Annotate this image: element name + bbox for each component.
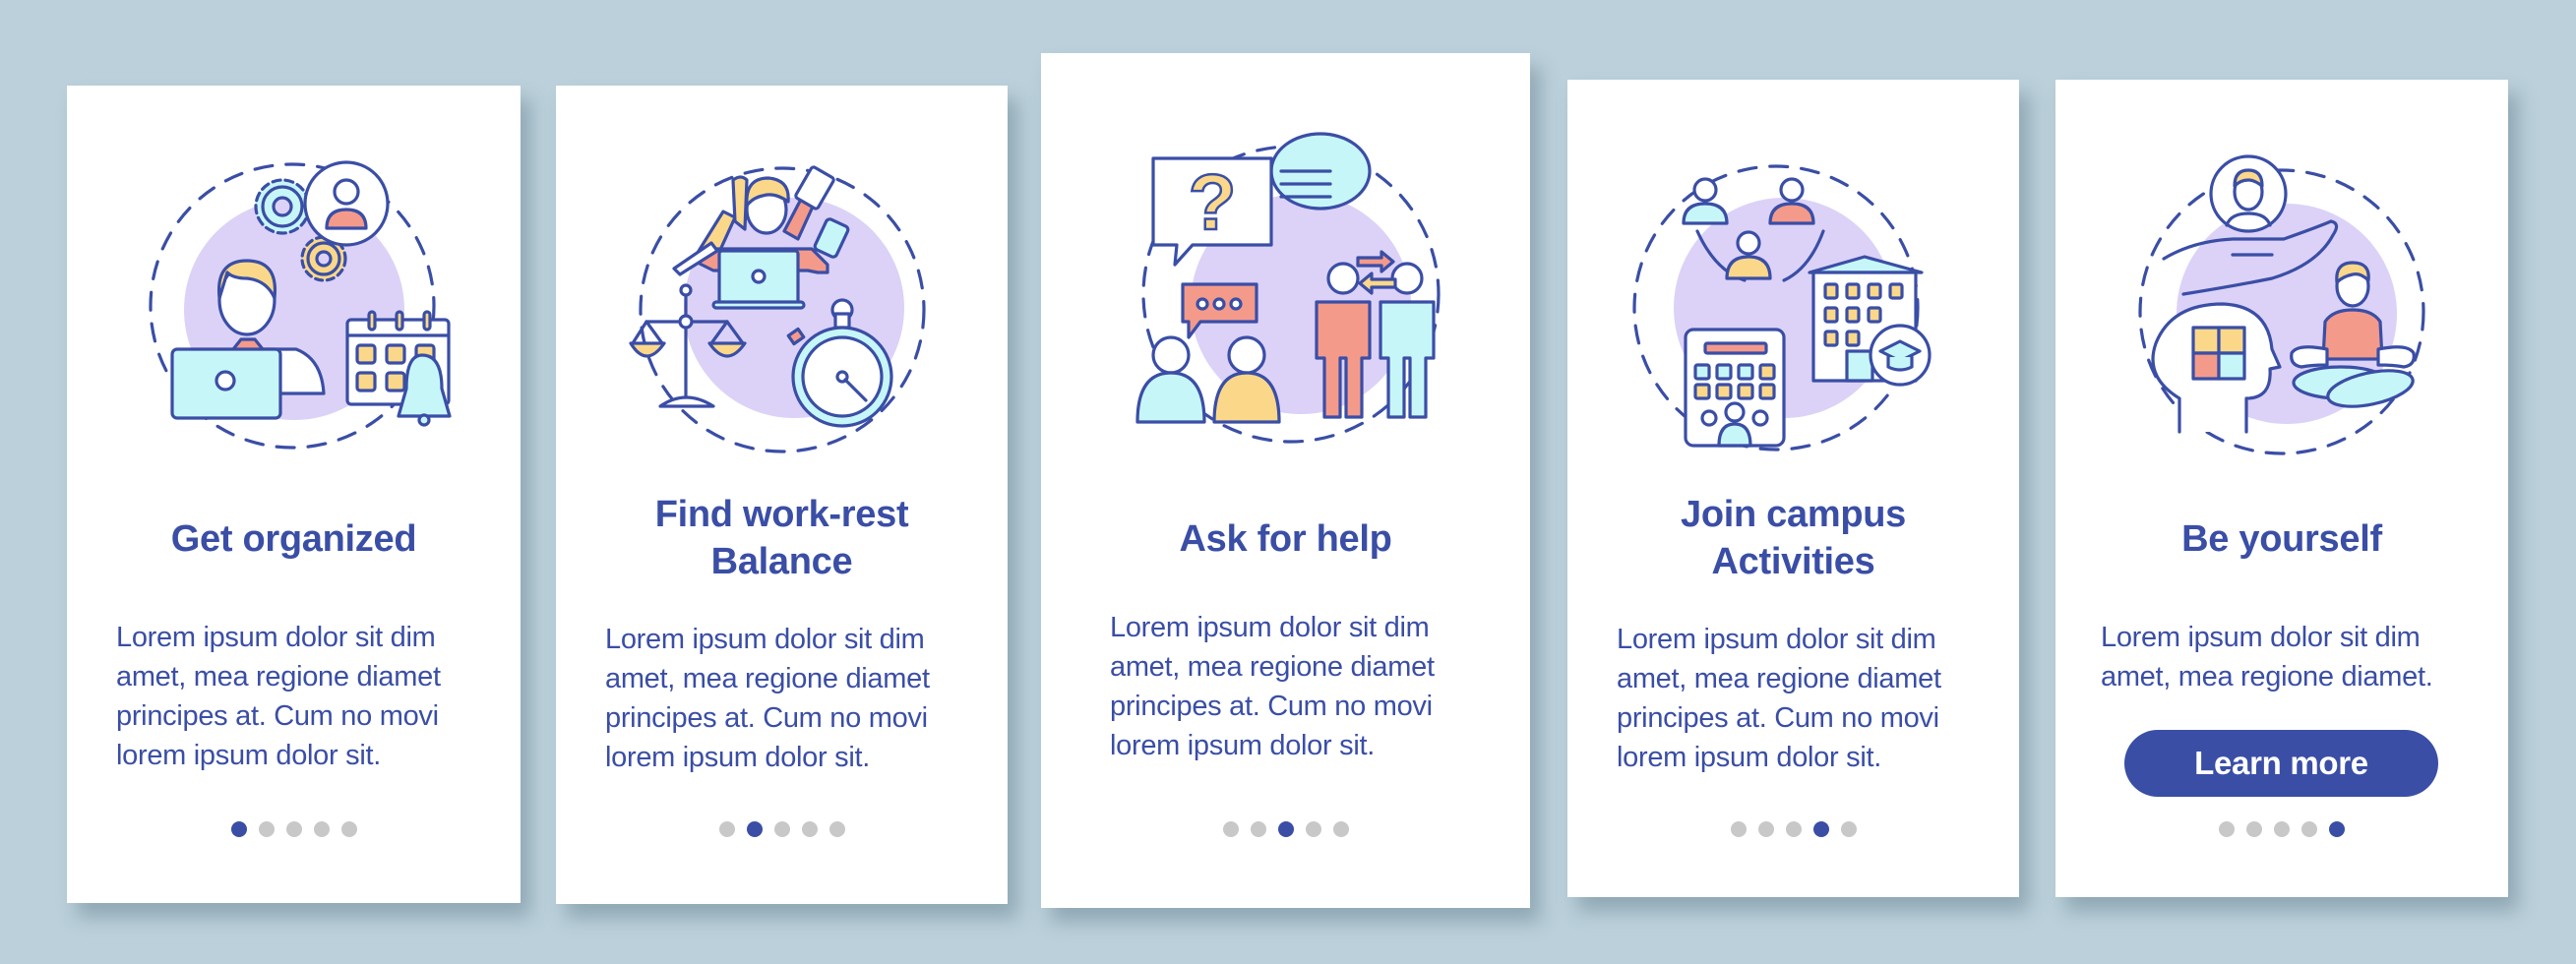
illustration-ask-for-help: ? xyxy=(1041,127,1530,444)
svg-text:?: ? xyxy=(1188,158,1236,246)
pagination-dot-2[interactable] xyxy=(1757,821,1774,837)
screen-description: Lorem ipsum dolor sit dim amet, mea regi… xyxy=(2101,622,2433,693)
pagination-dots xyxy=(2055,821,2508,837)
pagination-dot-1[interactable] xyxy=(230,821,247,837)
screen-description: Lorem ipsum dolor sit dim amet, mea regi… xyxy=(605,624,930,773)
pagination-dot-4[interactable] xyxy=(313,821,330,837)
pagination-dot-3[interactable] xyxy=(1785,821,1802,837)
illustration-campus-activities xyxy=(1567,162,2019,457)
pagination-dot-1[interactable] xyxy=(2219,821,2235,837)
onboarding-screen-ask-for-help: ? Ask for help Lorem ipsum dolor sit dim… xyxy=(1041,53,1530,908)
screen-title: Ask for help xyxy=(1179,518,1392,560)
graduation-cap-icon xyxy=(1868,324,1932,387)
pagination-dot-1[interactable] xyxy=(1222,821,1239,837)
pagination-dot-2[interactable] xyxy=(2246,821,2262,837)
onboarding-screen-work-rest-balance: Find work-rest Balance Lorem ipsum dolor… xyxy=(556,86,1008,904)
illustration-get-organized xyxy=(67,160,521,457)
onboarding-screen-join-campus-activities: Join campus Activities Lorem ipsum dolor… xyxy=(1567,80,2019,897)
pagination-dot-1[interactable] xyxy=(1730,821,1747,837)
pagination-dot-3[interactable] xyxy=(2274,821,2290,837)
pagination-dot-4[interactable] xyxy=(1305,821,1321,837)
person-icon xyxy=(1135,335,1206,424)
pagination-dot-3[interactable] xyxy=(773,821,790,837)
screen-title: Be yourself xyxy=(2181,518,2382,560)
user-avatar-icon xyxy=(2209,154,2288,233)
pagination-dot-5[interactable] xyxy=(1840,821,1857,837)
onboarding-screen-get-organized: Get organized Lorem ipsum dolor sit dim … xyxy=(67,86,521,903)
illustration-work-rest-balance xyxy=(556,162,1008,457)
pagination-dot-2[interactable] xyxy=(1250,821,1266,837)
screen-title: Join campus Activities xyxy=(1681,494,1906,582)
screen-title: Get organized xyxy=(170,518,417,560)
pagination-dot-5[interactable] xyxy=(340,821,357,837)
pagination-dot-4[interactable] xyxy=(2301,821,2317,837)
pagination-dots xyxy=(556,821,1008,837)
event-calendar-icon xyxy=(1683,328,1786,448)
pagination-dot-5[interactable] xyxy=(1332,821,1349,837)
pagination-dot-3[interactable] xyxy=(1277,821,1294,837)
screen-title: Find work-rest Balance xyxy=(654,494,909,582)
laptop-icon xyxy=(169,347,282,420)
pagination-dots xyxy=(1567,821,2019,837)
pagination-dot-5[interactable] xyxy=(2329,821,2345,837)
user-avatar-icon xyxy=(302,160,390,247)
illustration-be-yourself xyxy=(2055,154,2508,461)
pagination-dot-5[interactable] xyxy=(828,821,845,837)
laptop-icon xyxy=(710,249,806,310)
learn-more-button[interactable]: Learn more xyxy=(2124,730,2438,797)
onboarding-screen-be-yourself: Be yourself Lorem ipsum dolor sit dim am… xyxy=(2055,80,2508,897)
pagination-dot-4[interactable] xyxy=(801,821,818,837)
gear-icon xyxy=(253,178,311,235)
pagination-dot-3[interactable] xyxy=(285,821,302,837)
screen-description: Lorem ipsum dolor sit dim amet, mea regi… xyxy=(1110,612,1435,761)
pagination-dot-1[interactable] xyxy=(718,821,735,837)
screen-description: Lorem ipsum dolor sit dim amet, mea regi… xyxy=(1617,624,1941,773)
pagination-dot-4[interactable] xyxy=(1812,821,1829,837)
pagination-dots xyxy=(1041,821,1530,837)
pagination-dots xyxy=(67,821,521,837)
pagination-dot-2[interactable] xyxy=(746,821,763,837)
pagination-dot-2[interactable] xyxy=(258,821,275,837)
screen-description: Lorem ipsum dolor sit dim amet, mea regi… xyxy=(116,622,441,771)
